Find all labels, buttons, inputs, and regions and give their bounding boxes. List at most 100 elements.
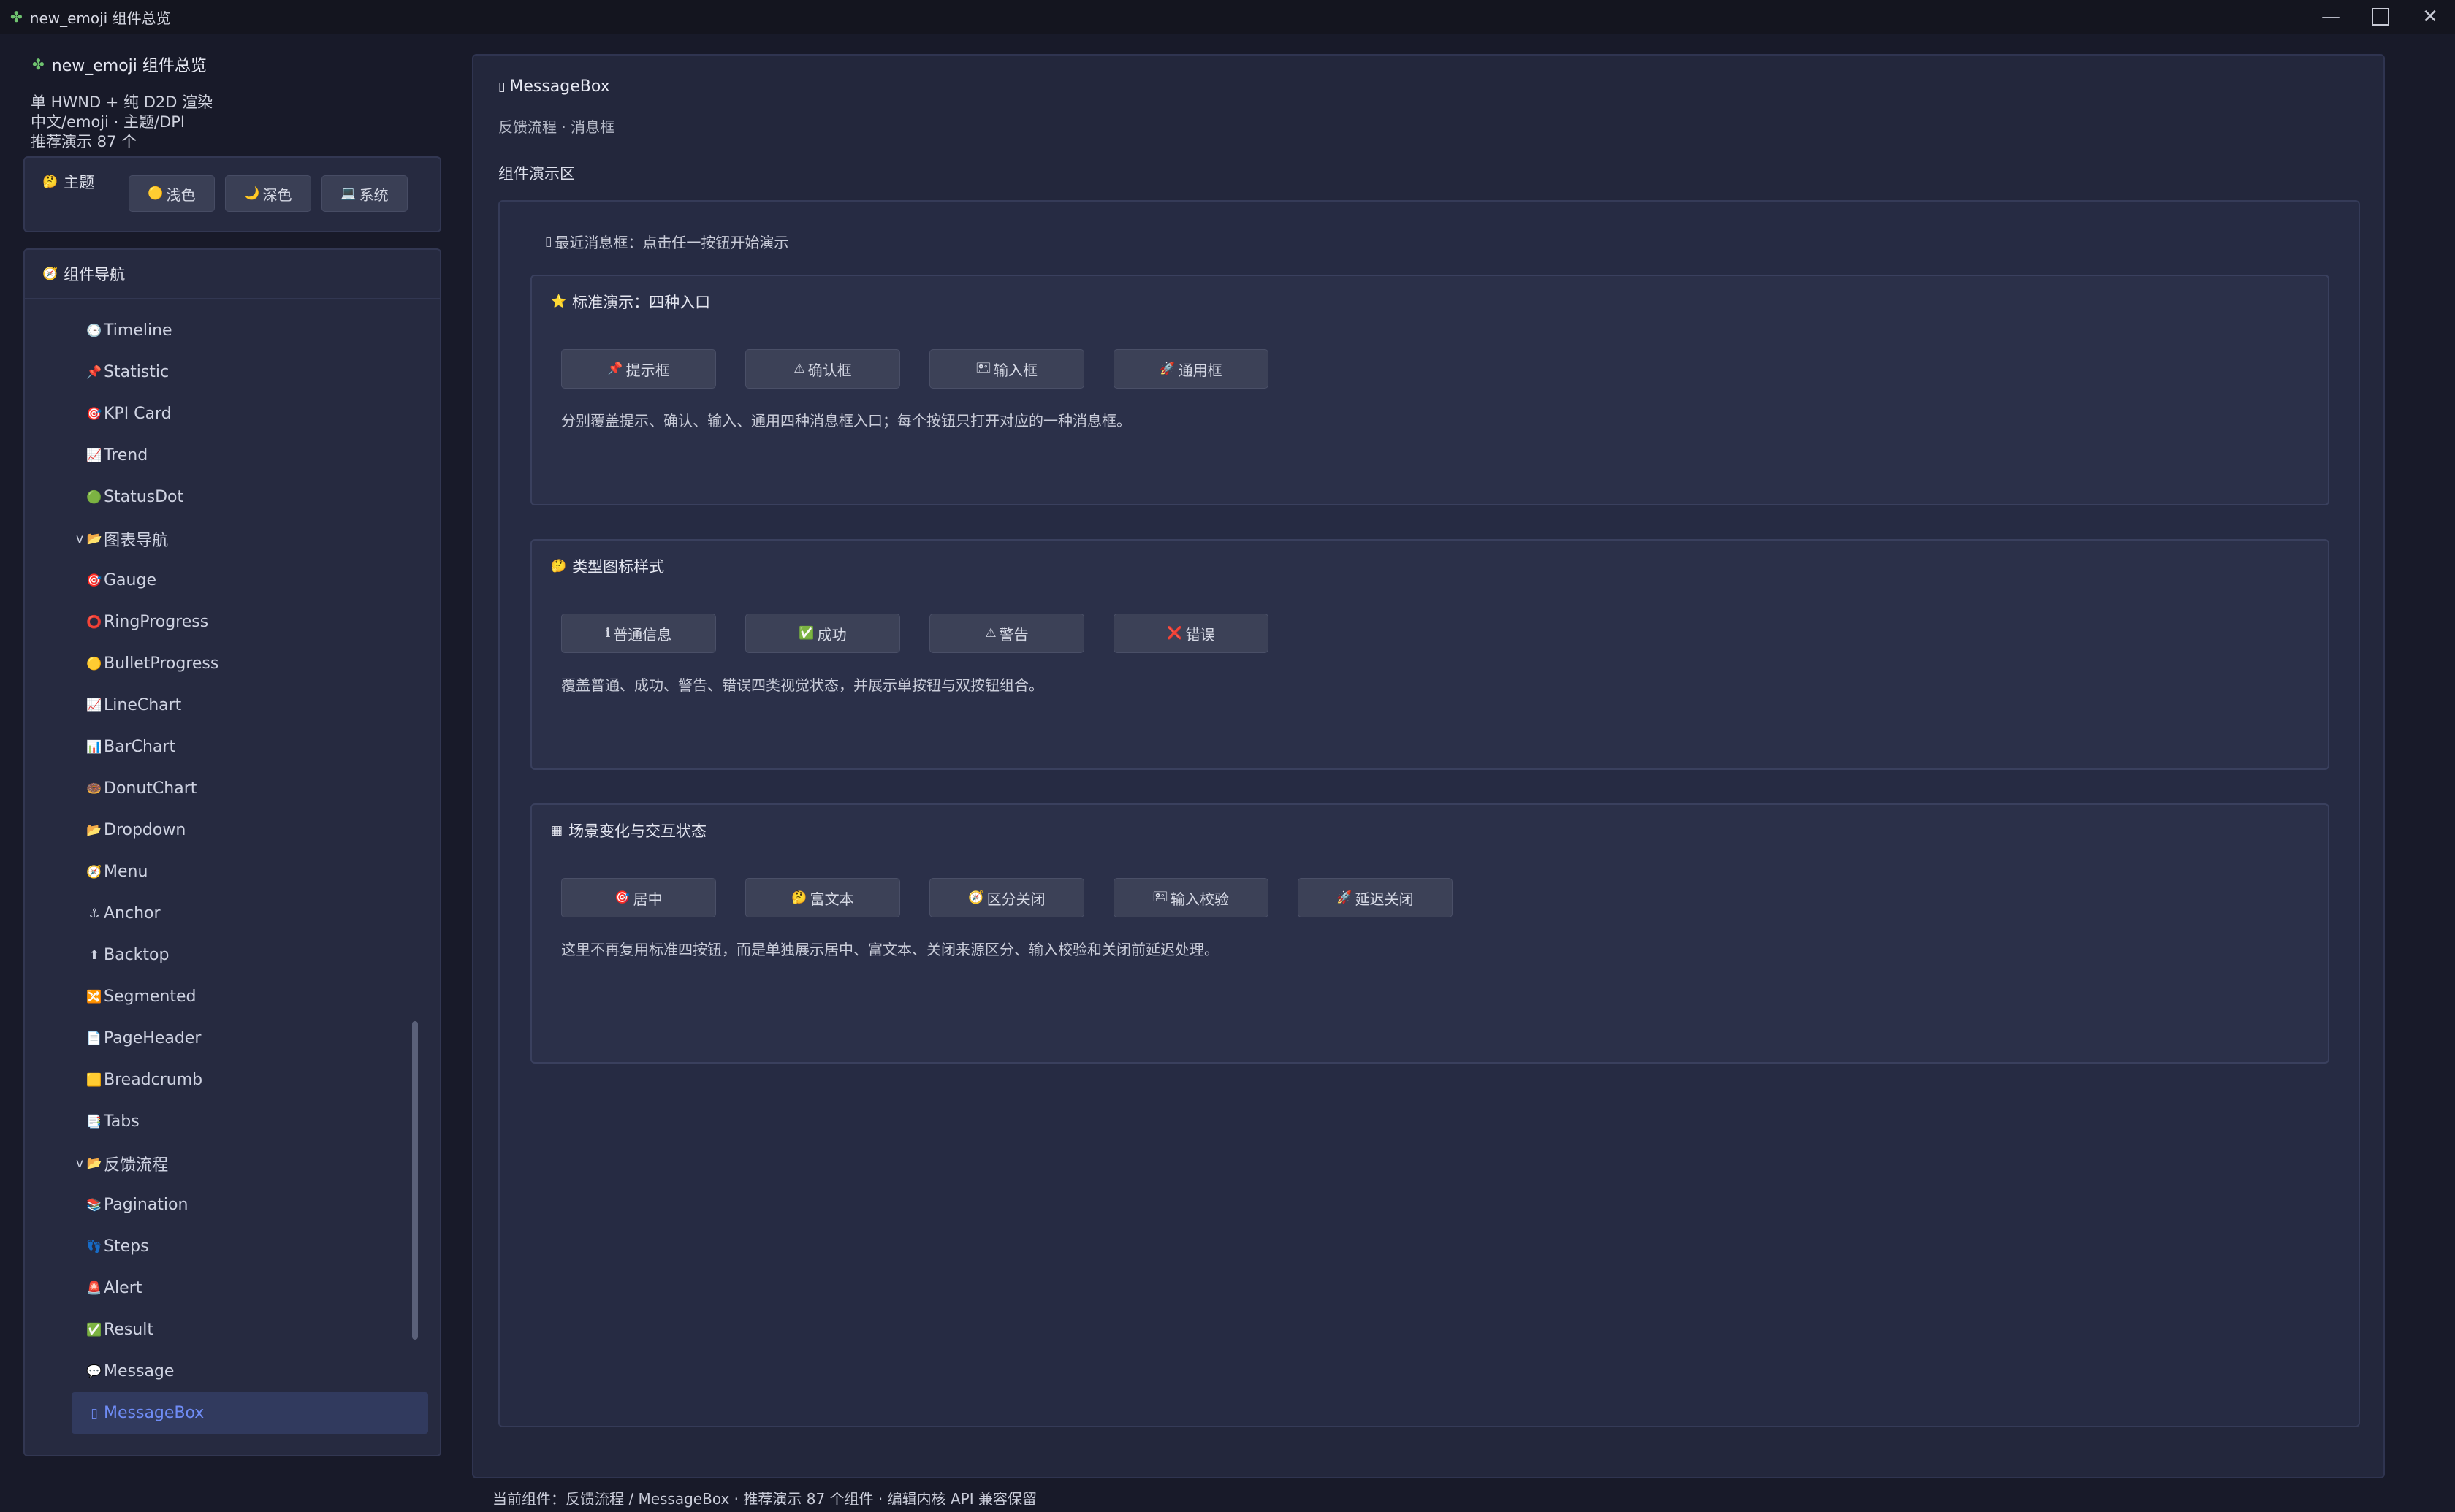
nav-item-kpi-card[interactable]: 🎯 KPI Card (45, 393, 428, 435)
error-type-button[interactable]: ❌ 错误 (1114, 614, 1268, 653)
nav-group-group-20[interactable]: v 📂 反馈流程 (45, 1142, 428, 1184)
nav-item-result[interactable]: ✅ Result (45, 1309, 428, 1351)
laptop-icon: 💻 (340, 186, 357, 201)
info-i18n: 中文/emoji · 主题/DPI (31, 113, 186, 131)
nav-item-icon: 💬 (86, 1364, 102, 1379)
nav-item-label: Menu (104, 863, 148, 881)
section-description: 分别覆盖提示、确认、输入、通用四种消息框入口；每个按钮只打开对应的一种消息框。 (561, 412, 1131, 429)
keyboard-icon: 🖭 (1153, 889, 1168, 904)
nav-item-label: StatusDot (104, 488, 184, 506)
confirm-box-button[interactable]: ⚠ 确认框 (745, 349, 900, 389)
nav-item-icon: 🧭 (86, 864, 102, 879)
section-title-text: 标准演示：四种入口 (572, 294, 711, 311)
maximize-button[interactable] (2356, 0, 2405, 34)
nav-item-icon: 📈 (86, 698, 102, 713)
nav-item-icon: 📊 (86, 739, 102, 755)
nav-item-icon: ⚓ (88, 906, 100, 921)
nav-item-icon: 👣 (86, 1239, 102, 1254)
section-type-icons: 🤔 类型图标样式 ℹ 普通信息 ✅ 成功 ⚠ 警告 ❌ 错误 覆盖普通、成功、警… (530, 539, 2329, 770)
nav-group-group-5[interactable]: v 📂 图表导航 (45, 518, 428, 560)
nav-item-steps[interactable]: 👣 Steps (45, 1226, 428, 1267)
nav-item-bulletprogress[interactable]: 🟡 BulletProgress (45, 643, 428, 684)
nav-item-trend[interactable]: 📈 Trend (45, 435, 428, 476)
rocket-icon: 🚀 (1160, 362, 1176, 376)
input-validation-button[interactable]: 🖭 输入校验 (1114, 878, 1268, 917)
nav-item-gauge[interactable]: 🎯 Gauge (45, 560, 428, 601)
nav-item-label: RingProgress (104, 613, 209, 631)
center-button[interactable]: 🎯 居中 (561, 878, 716, 917)
warning-type-button[interactable]: ⚠ 警告 (929, 614, 1084, 653)
button-label: 输入框 (993, 361, 1038, 379)
rocket-icon: 🚀 (1336, 890, 1352, 905)
nav-item-icon: 📄 (86, 1031, 102, 1046)
nav-item-dropdown[interactable]: 📂 Dropdown (45, 809, 428, 851)
nav-item-label: Statistic (104, 363, 170, 381)
nav-item-backtop[interactable]: ⬆ Backtop (45, 934, 428, 976)
nav-item-statistic[interactable]: 📌 Statistic (45, 351, 428, 393)
theme-system-button[interactable]: 💻 系统 (321, 175, 408, 212)
info-icon: ℹ (605, 626, 611, 641)
nav-scrollbar[interactable] (409, 313, 421, 1430)
generic-box-button[interactable]: 🚀 通用框 (1114, 349, 1268, 389)
input-box-button[interactable]: 🖭 输入框 (929, 349, 1084, 389)
brand: ✤ new_emoji 组件总览 (32, 53, 207, 76)
sun-icon: 🟡 (148, 186, 164, 201)
section-title: 🤔 类型图标样式 (551, 555, 664, 577)
nav-item-label: Alert (104, 1279, 142, 1297)
nav-item-label: PageHeader (104, 1029, 202, 1047)
nav-item-alert[interactable]: 🚨 Alert (45, 1267, 428, 1309)
nav-item-donutchart[interactable]: 🍩 DonutChart (45, 768, 428, 809)
nav-item-segmented[interactable]: 🔀 Segmented (45, 976, 428, 1017)
theme-dark-label: 深色 (262, 186, 292, 204)
theme-light-button[interactable]: 🟡 浅色 (129, 175, 215, 212)
warning-icon: ⚠ (985, 626, 997, 641)
delayed-close-button[interactable]: 🚀 延迟关闭 (1298, 878, 1453, 917)
nav-item-linechart[interactable]: 📈 LineChart (45, 684, 428, 726)
nav-item-breadcrumb[interactable]: 🟨 Breadcrumb (45, 1059, 428, 1101)
nav-item-pagination[interactable]: 📚 Pagination (45, 1184, 428, 1226)
theme-system-label: 系统 (359, 186, 389, 204)
nav-item-barchart[interactable]: 📊 BarChart (45, 726, 428, 768)
close-source-button[interactable]: 🧭 区分关闭 (929, 878, 1084, 917)
button-label: 通用框 (1178, 361, 1222, 379)
close-icon: ✕ (2422, 6, 2438, 28)
nav-item-pageheader[interactable]: 📄 PageHeader (45, 1017, 428, 1059)
chevron-down-icon[interactable]: v (76, 532, 83, 546)
nav-item-menu[interactable]: 🧭 Menu (45, 851, 428, 893)
nav-item-timeline[interactable]: 🕒 Timeline (45, 310, 428, 351)
success-type-button[interactable]: ✅ 成功 (745, 614, 900, 653)
button-label: 居中 (633, 890, 663, 908)
nav-heading: 🧭 组件导航 (42, 263, 125, 285)
button-label: 富文本 (810, 890, 854, 908)
nav-item-label: Anchor (104, 904, 161, 923)
moon-icon: 🌙 (244, 186, 260, 201)
prompt-box-button[interactable]: 📌 提示框 (561, 349, 716, 389)
section-title: ⭐ 标准演示：四种入口 (551, 291, 710, 313)
button-label: 普通信息 (613, 625, 672, 644)
messagebox-icon: ▯ (545, 234, 552, 249)
nav-scrollbar-thumb[interactable] (412, 1021, 418, 1340)
thinking-face-icon: 🤔 (551, 559, 567, 573)
theme-label-text: 主题 (64, 174, 95, 191)
chevron-down-icon[interactable]: v (76, 1156, 83, 1171)
info-type-button[interactable]: ℹ 普通信息 (561, 614, 716, 653)
nav-item-label: Message (104, 1362, 175, 1381)
nav-item-label: BarChart (104, 738, 176, 756)
nav-item-label: Segmented (104, 988, 197, 1006)
nav-item-anchor[interactable]: ⚓ Anchor (45, 893, 428, 934)
nav-item-ringprogress[interactable]: ⭕ RingProgress (45, 601, 428, 643)
minimize-button[interactable]: — (2306, 0, 2356, 34)
close-button[interactable]: ✕ (2405, 0, 2455, 34)
nav-item-messagebox[interactable]: ▯ MessageBox (72, 1392, 428, 1434)
nav-item-tabs[interactable]: 📑 Tabs (45, 1101, 428, 1142)
nav-item-icon: 📌 (86, 364, 102, 380)
nav-item-statusdot[interactable]: 🟢 StatusDot (45, 476, 428, 518)
nav-tree: 🕒 Timeline 📌 Statistic 🎯 KPI Card 📈 Trend 🟢 Statu… (45, 310, 428, 1449)
theme-dark-button[interactable]: 🌙 深色 (225, 175, 311, 212)
thinking-face-icon: 🤔 (791, 890, 807, 905)
nav-item-message[interactable]: 💬 Message (45, 1351, 428, 1392)
thinking-face-icon: 🤔 (42, 175, 58, 189)
nav-item-icon: ▯ (91, 1405, 98, 1421)
rich-text-button[interactable]: 🤔 富文本 (745, 878, 900, 917)
nav-item-label: Steps (104, 1237, 149, 1256)
